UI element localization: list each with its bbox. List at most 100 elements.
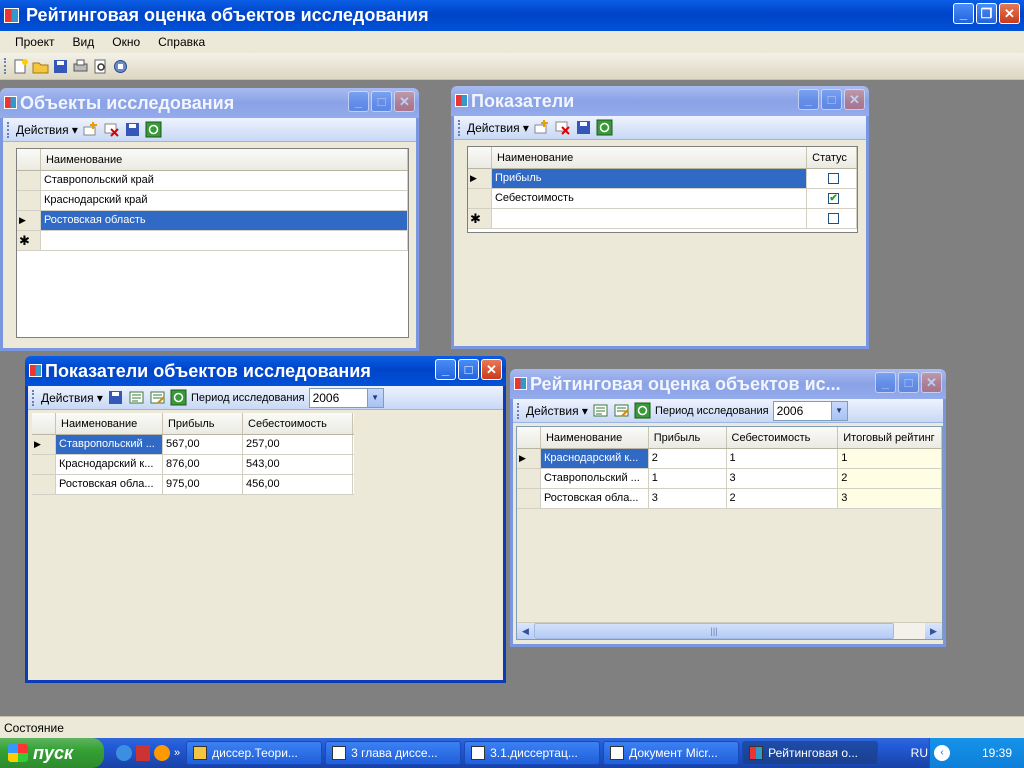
object-indicators-grid[interactable]: Наименование Прибыль Себестоимость ▶ Ставро… <box>32 413 354 498</box>
save-icon[interactable] <box>575 119 592 136</box>
maximize-button[interactable]: □ <box>458 359 479 380</box>
new-row[interactable]: ✱ <box>468 209 857 229</box>
minimize-button[interactable]: _ <box>798 89 819 110</box>
chevron-down-icon[interactable]: ▼ <box>366 388 383 407</box>
status-text: Состояние <box>4 721 64 735</box>
task-item[interactable]: Документ Micr... <box>603 741 740 765</box>
column-header[interactable]: Прибыль <box>649 427 727 448</box>
scroll-right-icon[interactable]: ▶ <box>925 623 942 639</box>
ie-icon[interactable] <box>116 745 132 761</box>
delete-icon[interactable] <box>554 119 571 136</box>
maximize-button[interactable]: □ <box>821 89 842 110</box>
close-button[interactable]: ✕ <box>481 359 502 380</box>
close-button[interactable]: ✕ <box>999 3 1020 24</box>
save-icon[interactable] <box>107 389 124 406</box>
close-button[interactable]: ✕ <box>844 89 865 110</box>
indicators-grid[interactable]: Наименование Статус ▶ Прибыль Себестоимост… <box>467 146 858 233</box>
print-icon[interactable] <box>72 58 89 75</box>
actions-dropdown[interactable]: Действия ▾ <box>41 391 103 405</box>
maximize-button[interactable]: □ <box>898 372 919 393</box>
actions-dropdown[interactable]: Действия ▾ <box>467 121 529 135</box>
window-indicators-titlebar[interactable]: Показатели _ □ ✕ <box>451 86 869 116</box>
table-row[interactable]: Себестоимость ✔ <box>468 189 857 209</box>
scroll-left-icon[interactable]: ◀ <box>517 623 534 639</box>
task-item-active[interactable]: Рейтинговая о... <box>742 741 879 765</box>
language-indicator[interactable]: RU <box>911 746 928 760</box>
task-item[interactable]: диссер.Теори... <box>186 741 323 765</box>
column-header[interactable]: Наименование <box>56 413 163 434</box>
scroll-thumb[interactable]: ||| <box>534 623 894 639</box>
edit-table-icon[interactable] <box>149 389 166 406</box>
column-header[interactable]: Себестоимость <box>727 427 839 448</box>
horizontal-scrollbar[interactable]: ◀ ||| ▶ <box>517 622 942 639</box>
add-icon[interactable] <box>82 121 99 138</box>
restore-button[interactable]: ❐ <box>976 3 997 24</box>
table-row[interactable]: ▶ Ставропольский ... 567,00 257,00 <box>32 435 354 455</box>
chevron-down-icon[interactable]: ▼ <box>830 401 847 420</box>
menu-window[interactable]: Окно <box>103 35 149 49</box>
task-item[interactable]: 3.1.диссертац... <box>464 741 601 765</box>
menu-view[interactable]: Вид <box>64 35 104 49</box>
media-player-icon[interactable] <box>154 745 170 761</box>
table-row[interactable]: ▶ Краснодарский к... 2 1 1 <box>517 449 942 469</box>
column-header[interactable]: Итоговый рейтинг <box>838 427 942 448</box>
table-row[interactable]: ▶ Прибыль <box>468 169 857 189</box>
chevron-icon[interactable]: » <box>174 747 180 759</box>
rating-grid[interactable]: Наименование Прибыль Себестоимость Итоговый… <box>516 426 943 640</box>
period-select[interactable]: 2006 ▼ <box>308 387 384 408</box>
status-checkbox[interactable] <box>828 213 840 224</box>
new-row[interactable]: ✱ <box>17 231 408 251</box>
table-row[interactable]: Ростовская обла... 3 2 3 <box>517 489 942 509</box>
table-row[interactable]: Краснодарский край <box>17 191 408 211</box>
status-checkbox-checked[interactable]: ✔ <box>828 193 840 204</box>
edit-table-icon[interactable] <box>613 402 630 419</box>
actions-dropdown[interactable]: Действия ▾ <box>16 123 78 137</box>
table-row[interactable]: Краснодарский к... 876,00 543,00 <box>32 455 354 475</box>
save-icon[interactable] <box>52 58 69 75</box>
maximize-button[interactable]: □ <box>371 91 392 112</box>
new-icon[interactable] <box>12 58 29 75</box>
add-icon[interactable] <box>533 119 550 136</box>
window-rating-titlebar[interactable]: Рейтинговая оценка объектов ис... _ □ ✕ <box>510 369 946 399</box>
column-header[interactable]: Наименование <box>541 427 649 448</box>
menu-project[interactable]: Проект <box>6 35 64 49</box>
close-button[interactable]: ✕ <box>921 372 942 393</box>
table-row[interactable]: Ростовская обла... 975,00 456,00 <box>32 475 354 495</box>
column-header[interactable]: Прибыль <box>163 413 243 434</box>
refresh-icon[interactable] <box>634 402 651 419</box>
main-title-bar[interactable]: Рейтинговая оценка объектов исследования… <box>0 0 1024 31</box>
minimize-button[interactable]: _ <box>953 3 974 24</box>
close-button[interactable]: ✕ <box>394 91 415 112</box>
minimize-button[interactable]: _ <box>875 372 896 393</box>
objects-grid[interactable]: Наименование Ставропольский край Краснод… <box>16 148 409 338</box>
column-header[interactable]: Наименование <box>492 147 808 168</box>
connect-icon[interactable] <box>112 58 129 75</box>
period-select[interactable]: 2006 ▼ <box>772 400 848 421</box>
window-objects-titlebar[interactable]: Объекты исследования _ □ ✕ <box>0 88 419 118</box>
task-item[interactable]: 3 глава диссе... <box>325 741 462 765</box>
calculate-icon[interactable] <box>128 389 145 406</box>
table-row[interactable]: Ставропольский край <box>17 171 408 191</box>
column-header[interactable]: Себестоимость <box>243 413 353 434</box>
minimize-button[interactable]: _ <box>348 91 369 112</box>
floppy-icon[interactable] <box>136 745 150 761</box>
save-icon[interactable] <box>124 121 141 138</box>
table-row[interactable]: Ставропольский ... 1 3 2 <box>517 469 942 489</box>
column-header[interactable]: Наименование <box>41 149 408 170</box>
delete-icon[interactable] <box>103 121 120 138</box>
refresh-icon[interactable] <box>596 119 613 136</box>
table-row[interactable]: ▶ Ростовская область <box>17 211 408 231</box>
calculate-icon[interactable] <box>592 402 609 419</box>
menu-help[interactable]: Справка <box>149 35 214 49</box>
status-checkbox[interactable] <box>828 173 840 184</box>
start-button[interactable]: пуск <box>0 738 104 768</box>
minimize-button[interactable]: _ <box>435 359 456 380</box>
refresh-icon[interactable] <box>145 121 162 138</box>
print-preview-icon[interactable] <box>92 58 109 75</box>
window-object-indicators-titlebar[interactable]: Показатели объектов исследования _ □ ✕ <box>25 356 506 386</box>
column-header[interactable]: Статус <box>807 147 857 168</box>
tray-arrow-icon[interactable]: ‹ <box>934 745 950 761</box>
refresh-icon[interactable] <box>170 389 187 406</box>
open-folder-icon[interactable] <box>32 58 49 75</box>
actions-dropdown[interactable]: Действия ▾ <box>526 404 588 418</box>
